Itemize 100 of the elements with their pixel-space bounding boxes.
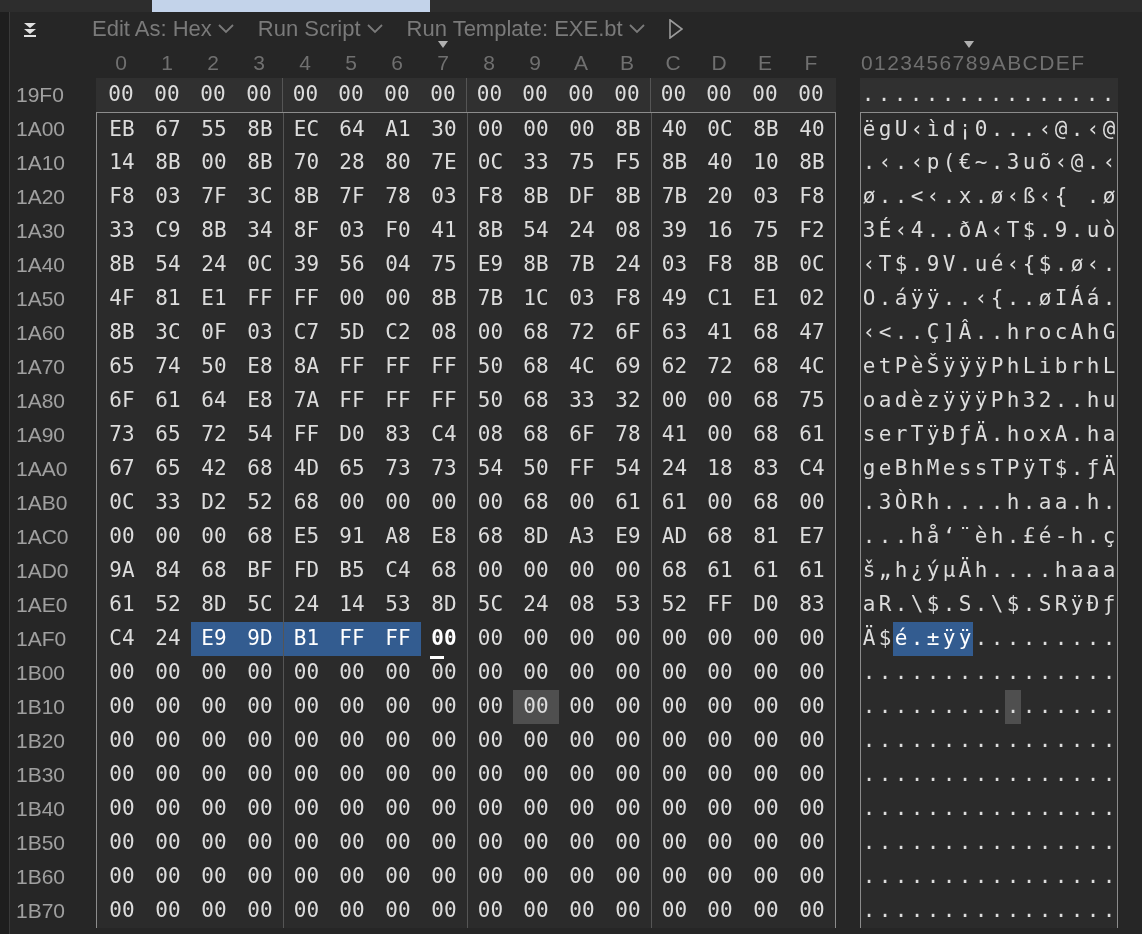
byte-cell[interactable]: 67 [99,452,145,486]
byte-cell[interactable]: 00 [697,486,743,520]
byte-cell[interactable]: 67 [145,113,191,146]
byte-cell[interactable]: 83 [375,418,421,452]
byte-cell[interactable]: 73 [421,452,467,486]
byte-cell[interactable]: 00 [697,792,743,826]
byte-cell[interactable]: 00 [789,826,835,860]
byte-cell[interactable]: 00 [144,78,190,112]
byte-cell[interactable]: 00 [237,656,283,690]
byte-cell[interactable]: 0C [697,113,743,146]
byte-cell[interactable]: 00 [375,792,421,826]
byte-cell[interactable]: 00 [743,860,789,894]
byte-cell[interactable]: C2 [375,316,421,350]
byte-cell[interactable]: 33 [99,214,145,248]
byte-cell[interactable]: 68 [743,316,789,350]
byte-cell[interactable]: 00 [605,656,651,690]
byte-cell[interactable]: A8 [375,520,421,554]
byte-cell[interactable]: E9 [191,622,237,656]
byte-cell[interactable]: 02 [789,282,835,316]
byte-cell[interactable]: 00 [191,690,237,724]
byte-cell[interactable]: 8B [743,113,789,146]
byte-cell[interactable]: 68 [237,452,283,486]
byte-cell[interactable]: 00 [191,894,237,928]
byte-cell[interactable]: 00 [789,690,835,724]
byte-cell[interactable]: 6F [559,418,605,452]
byte-cell[interactable]: 00 [743,690,789,724]
byte-cell[interactable]: 00 [697,758,743,792]
byte-cell[interactable]: 64 [191,384,237,418]
byte-cell[interactable]: 00 [605,554,651,588]
byte-cell[interactable]: 00 [375,656,421,690]
byte-cell[interactable]: 00 [789,894,835,928]
byte-cell[interactable]: 65 [145,452,191,486]
byte-cell[interactable]: 68 [697,520,743,554]
byte-cell[interactable]: 75 [421,248,467,282]
byte-cell[interactable]: 00 [375,690,421,724]
byte-cell[interactable]: 00 [559,894,605,928]
byte-cell[interactable]: 68 [743,418,789,452]
byte-cell[interactable]: 00 [743,758,789,792]
byte-cell[interactable]: 00 [696,78,742,112]
byte-cell[interactable]: 00 [421,758,467,792]
byte-cell[interactable]: 00 [697,656,743,690]
byte-cell[interactable]: 8B [237,113,283,146]
byte-cell[interactable]: 55 [191,113,237,146]
byte-cell[interactable]: D0 [743,588,789,622]
byte-cell[interactable]: 5C [237,588,283,622]
byte-cell[interactable]: 47 [789,316,835,350]
byte-cell[interactable]: 8B [605,113,651,146]
byte-cell[interactable]: 03 [421,180,467,214]
byte-cell[interactable]: 24 [605,248,651,282]
byte-cell[interactable]: 00 [559,826,605,860]
byte-cell[interactable]: 81 [145,282,191,316]
byte-cell[interactable]: 18 [697,452,743,486]
byte-cell[interactable]: 65 [99,350,145,384]
byte-cell[interactable]: 8B [99,248,145,282]
byte-cell[interactable]: 00 [513,554,559,588]
byte-cell[interactable]: 00 [145,520,191,554]
byte-cell[interactable]: A3 [559,520,605,554]
byte-cell[interactable]: 24 [513,588,559,622]
byte-cell[interactable]: E9 [605,520,651,554]
byte-cell[interactable]: 56 [329,248,375,282]
byte-cell[interactable]: 8B [513,248,559,282]
byte-cell[interactable]: 33 [559,384,605,418]
byte-cell[interactable]: 00 [789,860,835,894]
byte-cell[interactable]: 08 [421,316,467,350]
byte-cell[interactable]: 68 [191,554,237,588]
byte-cell[interactable]: FF [329,350,375,384]
byte-cell[interactable]: 00 [375,894,421,928]
byte-cell[interactable]: 00 [604,78,650,112]
byte-cell[interactable]: 00 [191,146,237,180]
byte-cell[interactable]: C4 [421,418,467,452]
byte-cell[interactable]: 03 [559,282,605,316]
byte-cell[interactable]: 61 [789,418,835,452]
byte-cell[interactable]: 75 [789,384,835,418]
double-chevron-down-icon[interactable] [22,20,38,37]
byte-cell[interactable]: 78 [605,418,651,452]
byte-cell[interactable]: 00 [559,554,605,588]
byte-cell[interactable]: 00 [145,792,191,826]
byte-cell[interactable]: 03 [237,316,283,350]
byte-cell[interactable]: 00 [421,724,467,758]
byte-cell[interactable]: 0C [99,486,145,520]
byte-cell[interactable]: 8B [99,316,145,350]
byte-cell[interactable]: 61 [145,384,191,418]
byte-cell[interactable]: 00 [237,894,283,928]
byte-cell[interactable]: 68 [513,486,559,520]
byte-cell[interactable]: 75 [743,214,789,248]
byte-cell[interactable]: 61 [99,588,145,622]
byte-cell[interactable]: 68 [513,316,559,350]
byte-cell[interactable]: 30 [421,113,467,146]
byte-cell[interactable]: E8 [237,350,283,384]
byte-cell[interactable]: 6F [605,316,651,350]
byte-cell[interactable]: 00 [190,78,236,112]
byte-cell[interactable]: 20 [697,180,743,214]
byte-cell[interactable]: 00 [697,418,743,452]
byte-cell[interactable]: 00 [559,622,605,656]
byte-cell[interactable]: 80 [375,146,421,180]
byte-cell[interactable]: 03 [329,214,375,248]
byte-cell[interactable]: 00 [329,826,375,860]
byte-cell[interactable]: 00 [375,724,421,758]
byte-cell[interactable]: 00 [605,792,651,826]
byte-cell[interactable]: 8B [743,248,789,282]
